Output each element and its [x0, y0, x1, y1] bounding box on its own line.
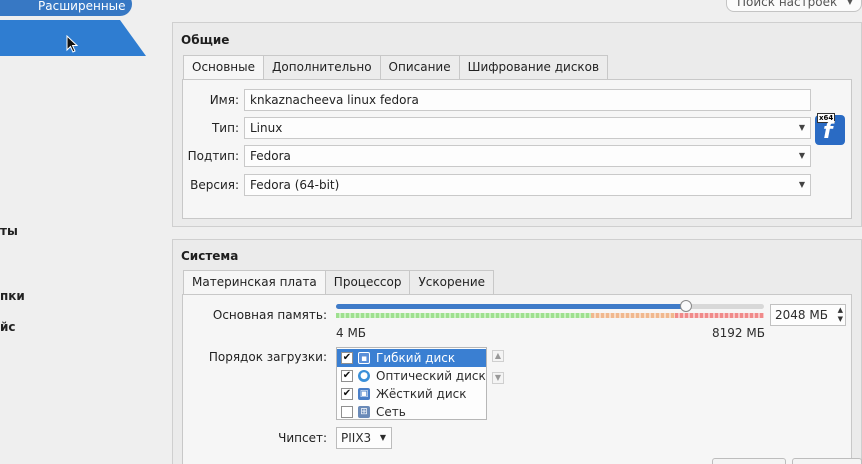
tab-description[interactable]: Описание — [379, 55, 460, 79]
zone-recommended — [336, 313, 591, 318]
chipset-label: Чипсет: — [278, 431, 327, 445]
version-row: Версия: Fedora (64-bit) ▼ — [176, 174, 811, 196]
tab-advanced[interactable]: Дополнительно — [263, 55, 381, 79]
memory-max-label: 8192 МБ — [712, 326, 765, 340]
chevron-down-icon: ▼ — [798, 123, 805, 132]
bottom-button-1[interactable] — [712, 458, 786, 464]
bottom-button-2[interactable] — [792, 458, 862, 464]
search-placeholder: Поиск настроек — [737, 0, 838, 9]
boot-item-label: Жёсткий диск — [376, 387, 467, 401]
floppy-icon: ▪ — [358, 352, 370, 364]
tab-motherboard[interactable]: Материнская плата — [183, 270, 326, 295]
zone-danger — [675, 313, 764, 318]
hard-disk-icon: ▣ — [358, 388, 370, 400]
type-label: Тип: — [211, 121, 239, 135]
boot-item-optical[interactable]: ✔ ● Оптический диск — [337, 367, 486, 385]
version-value: Fedora (64-bit) — [250, 178, 340, 192]
boot-item-label: Гибкий диск — [376, 351, 456, 365]
subtype-row: Подтип: Fedora ▼ — [176, 145, 811, 167]
boot-order-list[interactable]: ✔ ▪ Гибкий диск ✔ ● Оптический диск ✔ ▣ … — [336, 347, 487, 420]
network-icon: ⊞ — [358, 406, 370, 418]
general-tabs: Основные Дополнительно Описание Шифрован… — [183, 55, 609, 80]
sidebar-item-partial-2[interactable]: пки — [0, 289, 25, 303]
checkbox[interactable] — [341, 406, 353, 418]
sidebar-item-partial-1[interactable]: ты — [0, 224, 18, 238]
type-value: Linux — [250, 121, 283, 135]
chevron-down-icon: ▼ — [846, 0, 853, 6]
boot-item-hdd[interactable]: ✔ ▣ Жёсткий диск — [337, 385, 486, 403]
move-up-button[interactable]: ▲ — [492, 350, 504, 362]
type-combo[interactable]: Linux ▼ — [244, 117, 811, 139]
version-combo[interactable]: Fedora (64-bit) ▼ — [244, 174, 811, 196]
boot-item-network[interactable]: ⊞ Сеть — [337, 403, 486, 421]
chevron-down-icon: ▼ — [798, 180, 805, 189]
memory-min-label: 4 МБ — [336, 326, 367, 340]
move-down-button[interactable]: ▼ — [492, 372, 504, 384]
chevron-down-icon: ▼ — [379, 433, 386, 442]
settings-sidebar: Расширенные ты пки йс — [0, 0, 168, 464]
boot-item-label: Оптический диск — [376, 369, 486, 383]
tab-basic[interactable]: Основные — [183, 55, 265, 80]
chevron-down-icon: ▼ — [798, 151, 805, 160]
memory-label: Основная память: — [212, 308, 327, 322]
mouse-cursor-icon — [66, 35, 79, 53]
tab-processor[interactable]: Процессор — [324, 270, 411, 294]
general-title: Общие — [181, 33, 230, 47]
subtype-value: Fedora — [250, 149, 291, 163]
memory-slider-zones — [336, 313, 764, 318]
spin-arrows-icon[interactable]: ▲ ▼ — [838, 306, 843, 324]
boot-order-label: Порядок загрузки: — [208, 350, 327, 364]
checkbox[interactable]: ✔ — [341, 352, 353, 364]
checkbox[interactable]: ✔ — [341, 388, 353, 400]
boot-item-label: Сеть — [376, 405, 406, 419]
checkbox[interactable]: ✔ — [341, 370, 353, 382]
name-label: Имя: — [209, 93, 239, 107]
name-field[interactable]: knkaznacheeva linux fedora — [244, 89, 811, 111]
chipset-value: PIIX3 — [341, 431, 372, 445]
boot-item-floppy[interactable]: ✔ ▪ Гибкий диск — [337, 349, 486, 367]
sidebar-item-partial-3[interactable]: йс — [0, 320, 16, 334]
type-row: Тип: Linux ▼ — [176, 117, 811, 139]
fedora-64-icon: x64 f — [815, 113, 845, 145]
memory-slider[interactable] — [336, 300, 764, 312]
version-label: Версия: — [190, 178, 239, 192]
subtype-combo[interactable]: Fedora ▼ — [244, 145, 811, 167]
memory-value: 2048 МБ — [775, 308, 828, 322]
subtype-label: Подтип: — [187, 149, 239, 163]
sidebar-item-advanced[interactable]: Расширенные — [0, 0, 132, 16]
os-glyph: f — [823, 119, 833, 144]
chipset-combo[interactable]: PIIX3 ▼ — [336, 427, 392, 449]
optical-disc-icon: ● — [358, 370, 370, 382]
memory-spinbox[interactable]: 2048 МБ ▲ ▼ — [770, 304, 846, 326]
name-row: Имя: knkaznacheeva linux fedora — [176, 89, 811, 111]
zone-warning — [591, 313, 675, 318]
settings-search-input[interactable]: Поиск настроек ▼ — [726, 0, 862, 12]
tab-disk-encryption[interactable]: Шифрование дисков — [458, 55, 609, 79]
system-tabs: Материнская плата Процессор Ускорение — [183, 270, 495, 295]
system-title: Система — [181, 249, 239, 263]
tab-acceleration[interactable]: Ускорение — [409, 270, 495, 294]
memory-slider-fill — [336, 304, 687, 309]
